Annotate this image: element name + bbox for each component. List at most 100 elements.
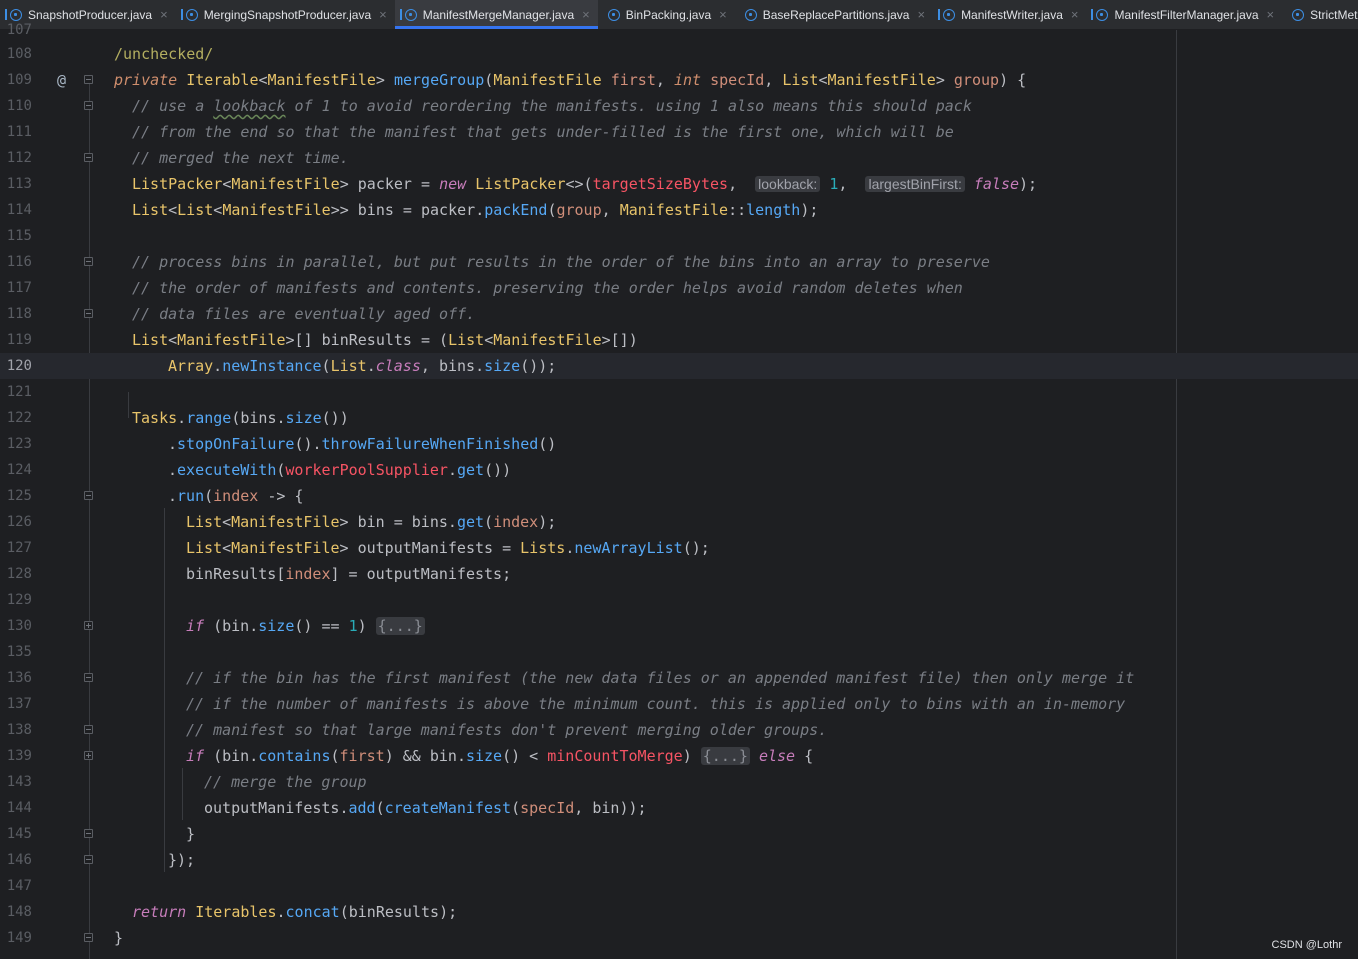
code-editor[interactable]: 107 108 /unchecked/ 109 @ private Iterab… — [0, 22, 1358, 959]
line-number[interactable]: 138 — [0, 717, 32, 743]
code-line[interactable]: 109 @ private Iterable<ManifestFile> mer… — [0, 67, 1358, 93]
code-line[interactable]: 116 // process bins in parallel, but put… — [0, 249, 1358, 275]
line-number[interactable]: 146 — [0, 847, 32, 873]
code-line[interactable]: 147 — [0, 873, 1358, 899]
closing-brace: } — [186, 825, 196, 843]
code-line[interactable]: 143 // merge the group — [0, 769, 1358, 795]
comment: // merged the next time. — [132, 149, 349, 167]
code-line[interactable]: 129 — [0, 587, 1358, 613]
line-number[interactable]: 121 — [0, 379, 32, 405]
line-number[interactable]: 111 — [0, 119, 32, 145]
code-line[interactable]: 123 .stopOnFailure().throwFailureWhenFin… — [0, 431, 1358, 457]
line-number[interactable]: 117 — [0, 275, 32, 301]
fold-toggle-icon[interactable] — [84, 153, 93, 162]
code-line[interactable]: 115 — [0, 223, 1358, 249]
code-line-current[interactable]: 120 Array.newInstance(List.class, bins.s… — [0, 353, 1358, 379]
fold-toggle-icon[interactable] — [84, 257, 93, 266]
fold-toggle-icon[interactable] — [84, 101, 93, 110]
line-number[interactable]: 116 — [0, 249, 32, 275]
code-line[interactable]: 117 // the order of manifests and conten… — [0, 275, 1358, 301]
code-line[interactable]: 149 } — [0, 925, 1358, 951]
code-line[interactable]: 148 return Iterables.concat(binResults); — [0, 899, 1358, 925]
line-number[interactable]: 139 — [0, 743, 32, 769]
line-number[interactable]: 108 — [0, 41, 32, 67]
fold-toggle-icon[interactable] — [84, 673, 93, 682]
fold-toggle-icon[interactable] — [84, 309, 93, 318]
statement: List<ManifestFile>[] binResults = (List<… — [132, 331, 638, 349]
fold-toggle-icon[interactable] — [84, 855, 93, 864]
fold-toggle-icon[interactable] — [84, 933, 93, 942]
line-number[interactable]: 120 — [0, 353, 32, 379]
line-number[interactable]: 125 — [0, 483, 32, 509]
unfold-toggle-icon[interactable] — [84, 751, 93, 760]
fold-toggle-icon[interactable] — [84, 75, 93, 84]
code-line[interactable]: 108 /unchecked/ — [0, 41, 1358, 67]
line-number[interactable]: 124 — [0, 457, 32, 483]
fold-toggle-icon[interactable] — [84, 491, 93, 500]
watermark: CSDN @Lothr — [1271, 939, 1342, 951]
statement: binResults[index] = outputManifests; — [186, 565, 512, 583]
line-number[interactable]: 144 — [0, 795, 32, 821]
code-line[interactable]: 121 — [0, 379, 1358, 405]
folded-block[interactable]: {...} — [375, 617, 425, 635]
code-line[interactable]: 144 outputManifests.add(createManifest(s… — [0, 795, 1358, 821]
folded-block[interactable]: {...} — [700, 747, 750, 765]
line-number[interactable]: 149 — [0, 925, 32, 951]
line-number[interactable]: 135 — [0, 639, 32, 665]
code-line[interactable]: 136 // if the bin has the first manifest… — [0, 665, 1358, 691]
code-line[interactable]: 118 // data files are eventually aged of… — [0, 301, 1358, 327]
line-number[interactable]: 115 — [0, 223, 32, 249]
code-line[interactable]: 125 .run(index -> { — [0, 483, 1358, 509]
code-line[interactable]: 112 // merged the next time. — [0, 145, 1358, 171]
code-line[interactable]: 107 — [0, 17, 1358, 43]
line-number[interactable]: 136 — [0, 665, 32, 691]
line-number[interactable]: 127 — [0, 535, 32, 561]
code-line[interactable]: 137 // if the number of manifests is abo… — [0, 691, 1358, 717]
statement: .stopOnFailure().throwFailureWhenFinishe… — [168, 435, 557, 453]
line-number[interactable]: 145 — [0, 821, 32, 847]
code-line[interactable]: 128 binResults[index] = outputManifests; — [0, 561, 1358, 587]
line-number[interactable]: 110 — [0, 93, 32, 119]
code-line[interactable]: 119 List<ManifestFile>[] binResults = (L… — [0, 327, 1358, 353]
unfold-toggle-icon[interactable] — [84, 621, 93, 630]
line-number[interactable]: 123 — [0, 431, 32, 457]
code-line[interactable]: 124 .executeWith(workerPoolSupplier.get(… — [0, 457, 1358, 483]
code-line[interactable]: 130 if (bin.size() == 1) {...} — [0, 613, 1358, 639]
line-number[interactable]: 148 — [0, 899, 32, 925]
line-number[interactable]: 143 — [0, 769, 32, 795]
line-number[interactable]: 112 — [0, 145, 32, 171]
code-line[interactable]: 113 ListPacker<ManifestFile> packer = ne… — [0, 171, 1358, 197]
code-line[interactable]: 135 — [0, 639, 1358, 665]
code-line[interactable]: 110 // use a lookback of 1 to avoid reor… — [0, 93, 1358, 119]
comment: // process bins in parallel, but put res… — [132, 253, 990, 271]
comment: // data files are eventually aged off. — [132, 305, 476, 323]
fold-toggle-icon[interactable] — [84, 725, 93, 734]
fold-toggle-icon[interactable] — [84, 829, 93, 838]
line-number[interactable]: 147 — [0, 873, 32, 899]
code-line[interactable]: 114 List<List<ManifestFile>> bins = pack… — [0, 197, 1358, 223]
line-number[interactable]: 114 — [0, 197, 32, 223]
line-number[interactable]: 122 — [0, 405, 32, 431]
line-number[interactable]: 137 — [0, 691, 32, 717]
statement: ListPacker<ManifestFile> packer = new Li… — [132, 175, 1038, 193]
line-number[interactable]: 113 — [0, 171, 32, 197]
code-line[interactable]: 122 Tasks.range(bins.size()) — [0, 405, 1358, 431]
code-line[interactable]: 146 }); — [0, 847, 1358, 873]
line-number[interactable]: 109 — [0, 67, 32, 93]
code-line[interactable]: 145 } — [0, 821, 1358, 847]
line-number[interactable]: 129 — [0, 587, 32, 613]
closing-brace: } — [114, 929, 124, 947]
code-line[interactable]: 139 if (bin.contains(first) && bin.size(… — [0, 743, 1358, 769]
line-number[interactable]: 107 — [0, 17, 32, 43]
override-marker-icon[interactable]: @ — [57, 67, 66, 93]
code-line[interactable]: 126 List<ManifestFile> bin = bins.get(in… — [0, 509, 1358, 535]
comment: // if the number of manifests is above t… — [186, 695, 1126, 713]
line-number[interactable]: 130 — [0, 613, 32, 639]
line-number[interactable]: 118 — [0, 301, 32, 327]
line-number[interactable]: 128 — [0, 561, 32, 587]
line-number[interactable]: 126 — [0, 509, 32, 535]
code-line[interactable]: 127 List<ManifestFile> outputManifests =… — [0, 535, 1358, 561]
code-line[interactable]: 138 // manifest so that large manifests … — [0, 717, 1358, 743]
line-number[interactable]: 119 — [0, 327, 32, 353]
code-line[interactable]: 111 // from the end so that the manifest… — [0, 119, 1358, 145]
